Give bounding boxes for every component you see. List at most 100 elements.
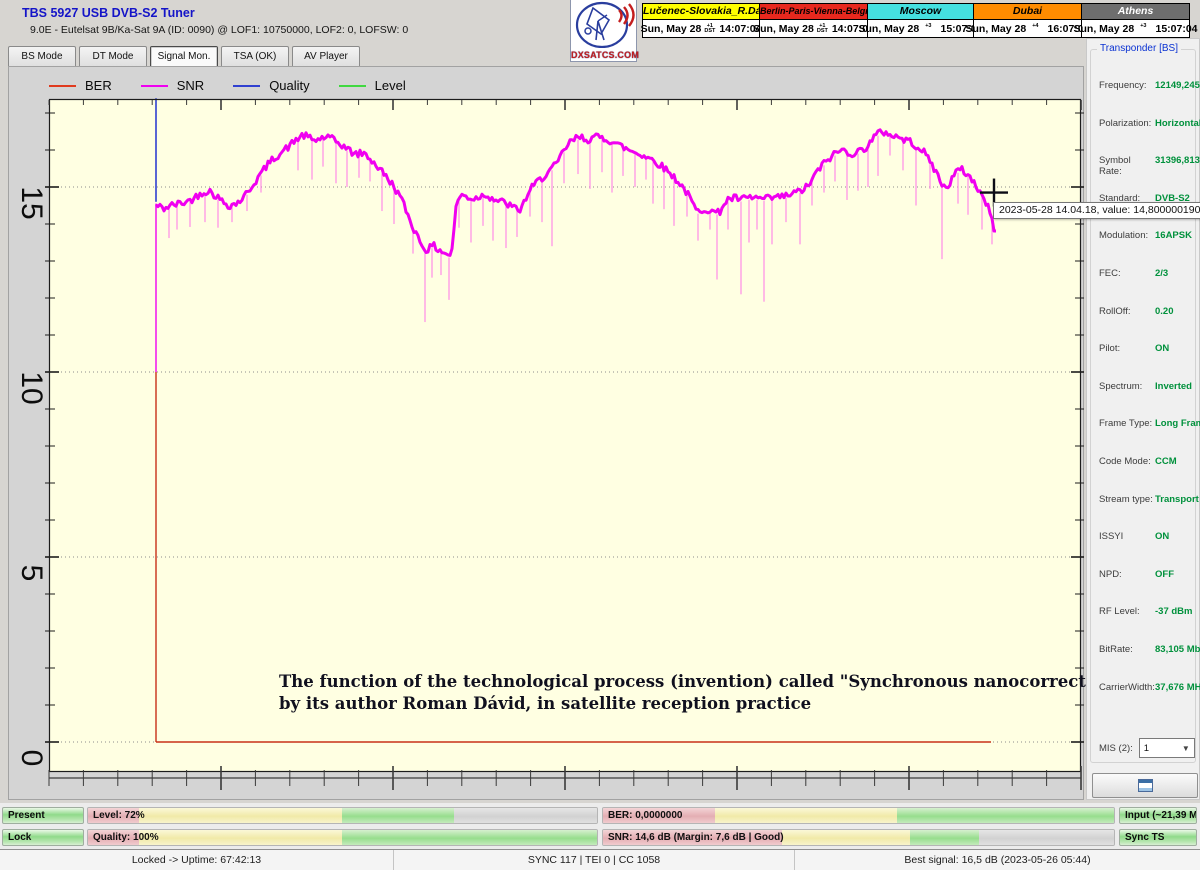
indicator-bar: Quality: 100% (87, 829, 598, 846)
bar-segment-yellow (139, 808, 343, 823)
dst-flag (1035, 29, 1037, 34)
dst-flag: DST (817, 29, 828, 34)
mis-value: 1 (1144, 743, 1149, 754)
transponder-row-label: Code Mode: (1099, 456, 1155, 467)
annotation-line1: The function of the technological proces… (279, 671, 1139, 693)
transponder-row: Stream type:Transport (1099, 494, 1195, 505)
tab-dt-mode[interactable]: DT Mode (79, 46, 147, 68)
y-axis-tick-label: 5 (14, 565, 48, 582)
chart-annotation: The function of the technological proces… (279, 671, 1139, 715)
status-badge-input-21-39-mbps-: Input (~21,39 Mbps) (1119, 807, 1197, 824)
bar-segment-yellow (139, 830, 343, 845)
legend-item-quality: Quality (233, 78, 309, 93)
status-badge-sync-ts: Sync TS (1119, 829, 1197, 846)
bar-segment-gray (979, 830, 1114, 845)
transponder-row: Polarization:Horizontal (1099, 118, 1195, 129)
transponder-row-label: RF Level: (1099, 606, 1155, 617)
tab-tsa-ok-[interactable]: TSA (OK) (221, 46, 289, 68)
transponder-row: Pilot:ON (1099, 343, 1195, 354)
transponder-row-label: Frequency: (1099, 80, 1155, 91)
indicator-band: Present Level: 72% BER: 0,0000000Input (~2… (0, 803, 1200, 849)
cursor-tooltip: 2023-05-28 14.04.18, value: 14,800000190… (993, 202, 1200, 219)
indicator-bar: BER: 0,0000000 (602, 807, 1115, 824)
clock-date: Sun, May 28 (753, 23, 814, 35)
legend-item-snr: SNR (141, 78, 204, 93)
clock-city-label: Lučenec-Slovakia_R.Dávid (643, 4, 759, 20)
legend-label: Quality (269, 78, 309, 93)
clock-cell: AthensSun, May 28+3 15:07:04 (1081, 3, 1190, 38)
clock-time: Sun, May 28+4 16:07:04 (974, 20, 1081, 37)
transponder-row-value: 83,105 Mbit/s (1155, 644, 1200, 655)
transponder-row: Code Mode:CCM (1099, 456, 1195, 467)
transponder-row-value: 16APSK (1155, 230, 1192, 241)
transponder-row: NPD:OFF (1099, 569, 1195, 580)
indicator-bar-text: SNR: 14,6 dB (Margin: 7,6 dB | Good) (608, 830, 784, 846)
transponder-row: Frequency:12149,245 MHz (1099, 80, 1195, 91)
transponder-row-value: CCM (1155, 456, 1177, 467)
tab-signal-mon-[interactable]: Signal Mon. (150, 46, 218, 68)
tuner-subtitle: 9.0E - Eutelsat 9B/Ka-Sat 9A (ID: 0090) … (30, 24, 408, 36)
legend-item-level: Level (339, 78, 406, 93)
dxsatcs-logo: DXSATCS.COM (570, 0, 637, 62)
legend-swatch (339, 85, 366, 87)
tab-av-player[interactable]: AV Player (292, 46, 360, 68)
transponder-row: Frame Type:Long Frame (1099, 418, 1195, 429)
transponder-row-value: Transport (1155, 494, 1199, 505)
mis-row: MIS (2): 1 ▼ (1099, 738, 1195, 758)
transponder-row: BitRate:83,105 Mbit/s (1099, 644, 1195, 655)
transponder-row-label: FEC: (1099, 268, 1155, 279)
chart-legend: BER SNR Quality Level (49, 78, 426, 93)
legend-swatch (141, 85, 168, 87)
transponder-groupbox-title: Transponder [BS] (1097, 43, 1181, 54)
transponder-row-value: 2/3 (1155, 268, 1168, 279)
transponder-sidebar: Transponder [BS] Frequency:12149,245 MHz… (1086, 38, 1200, 800)
clock-utc-offset: +1DST (817, 24, 828, 34)
clock-time: Sun, May 28+1DST14:07:04 (760, 20, 867, 37)
bar-segment-yellow (782, 830, 910, 845)
bar-segment-green (342, 808, 454, 823)
clock-city-label: Moscow (868, 4, 973, 20)
world-clocks: Lučenec-Slovakia_R.DávidSun, May 28+1DST… (643, 3, 1190, 38)
y-axis-tick-label: 15 (14, 186, 48, 219)
window-title: TBS 5927 USB DVB-S2 Tuner (22, 6, 195, 20)
legend-label: BER (85, 78, 112, 93)
clock-time: Sun, May 28+1DST14:07:04 (643, 20, 759, 37)
clock-cell: Lučenec-Slovakia_R.DávidSun, May 28+1DST… (642, 3, 760, 38)
transponder-row-label: ISSYI (1099, 531, 1155, 542)
tab-bs-mode[interactable]: BS Mode (8, 46, 76, 68)
transponder-row-label: NPD: (1099, 569, 1155, 580)
bar-segment-green (910, 830, 979, 845)
status-badge-lock: Lock (2, 829, 84, 846)
legend-label: Level (375, 78, 406, 93)
transponder-row: RollOff:0.20 (1099, 306, 1195, 317)
transponder-row: Spectrum:Inverted (1099, 381, 1195, 392)
mis-label: MIS (2): (1099, 743, 1133, 754)
clock-utc-offset: +4 (1032, 24, 1038, 34)
window-list-icon (1138, 779, 1153, 792)
transponder-groupbox: Transponder [BS] Frequency:12149,245 MHz… (1090, 49, 1196, 763)
dst-flag: DST (704, 29, 715, 34)
indicator-bar-text: Level: 72% (93, 808, 145, 824)
logo-text: DXSATCS.COM (571, 50, 636, 60)
clock-time: Sun, May 28+3 15:07:04 (868, 20, 973, 37)
bar-segment-gray (454, 808, 597, 823)
stream-list-button[interactable] (1092, 773, 1198, 798)
y-axis-tick-label: 0 (14, 750, 48, 767)
legend-swatch (49, 85, 76, 87)
transponder-row-label: Polarization: (1099, 118, 1155, 129)
clock-date: Sun, May 28 (966, 23, 1027, 35)
transponder-row-value: 31396,813 KS/s (1155, 155, 1200, 177)
mis-select[interactable]: 1 ▼ (1139, 738, 1195, 758)
indicator-bar: Level: 72% (87, 807, 598, 824)
legend-label: SNR (177, 78, 204, 93)
clock-city-label: Berlin-Paris-Vienna-Belgrade (760, 4, 867, 20)
transponder-row-value: OFF (1155, 569, 1174, 580)
indicator-bar-text: Quality: 100% (93, 830, 159, 846)
transponder-row-label: Spectrum: (1099, 381, 1155, 392)
clock-hms: 15:07:04 (1155, 23, 1197, 35)
transponder-row: FEC:2/3 (1099, 268, 1195, 279)
transponder-row: RF Level:-37 dBm (1099, 606, 1195, 617)
status-sync: SYNC 117 | TEI 0 | CC 1058 (394, 850, 795, 870)
status-badge-present: Present (2, 807, 84, 824)
mode-tabs: BS ModeDT ModeSignal Mon.TSA (OK)AV Play… (8, 46, 360, 68)
